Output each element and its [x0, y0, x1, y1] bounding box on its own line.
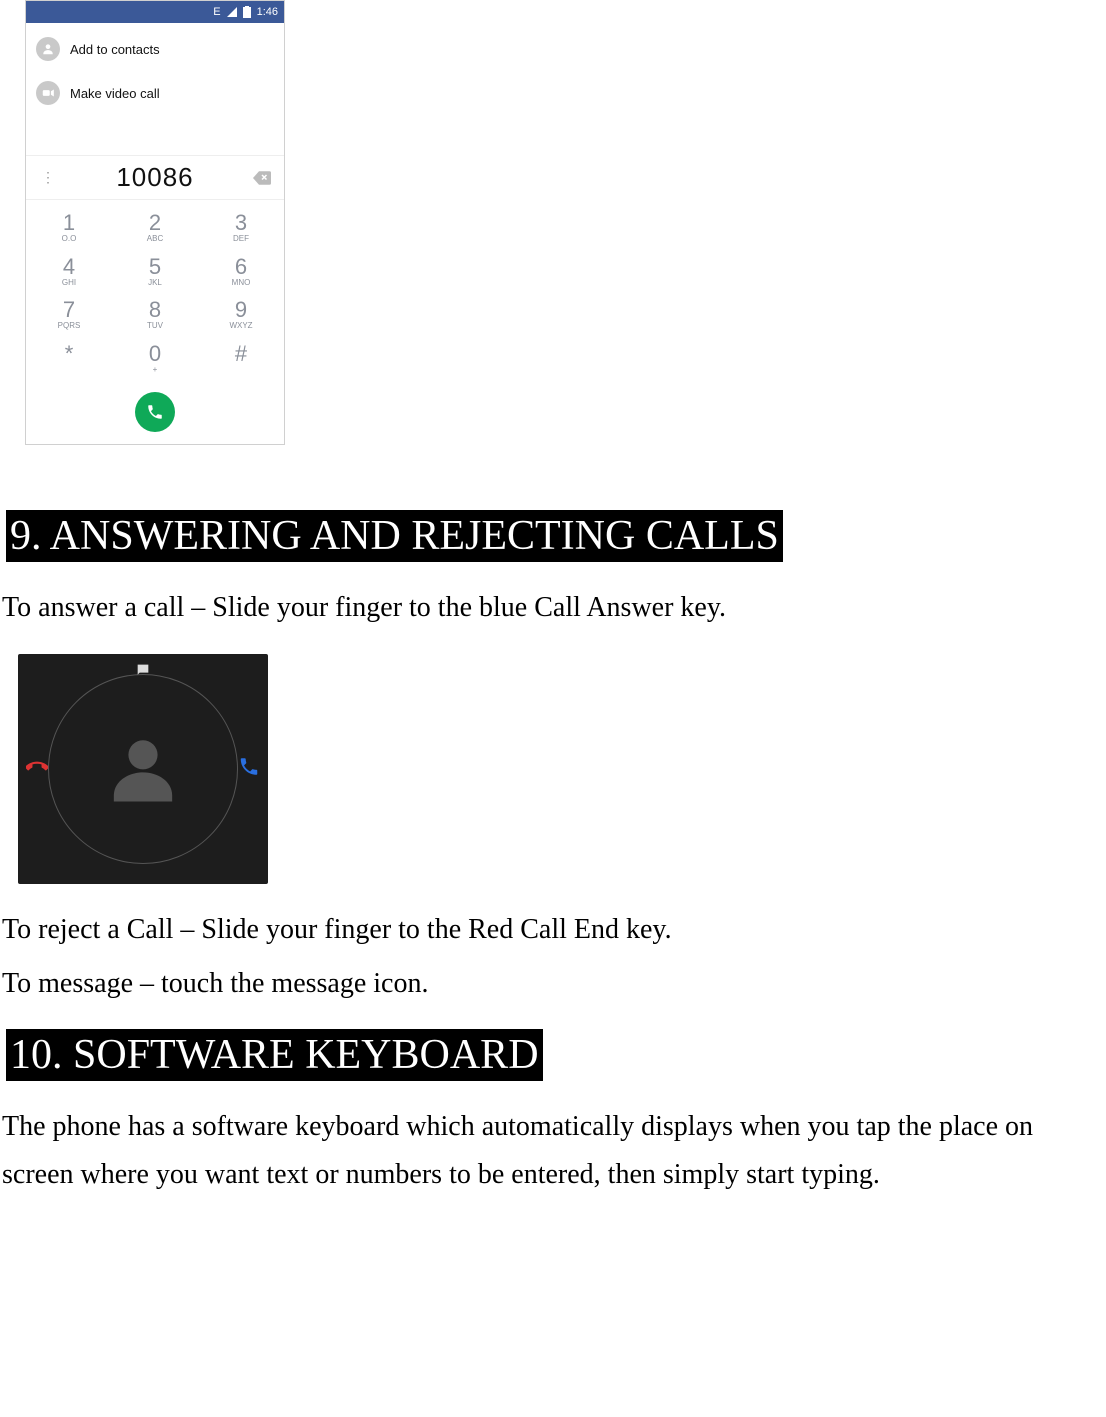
key-digit: 8	[112, 299, 198, 321]
key-digit: 3	[198, 212, 284, 234]
key-digit: 5	[112, 256, 198, 278]
battery-icon	[243, 6, 251, 18]
reject-text: To reject a Call – Slide your finger to …	[2, 906, 1106, 954]
key-digit: 4	[26, 256, 112, 278]
key-digit: #	[198, 343, 284, 365]
dialer-screenshot: E 1:46 Add to contacts Make video call ⋮…	[25, 0, 285, 445]
key-#[interactable]: #	[198, 337, 284, 381]
backspace-icon[interactable]	[252, 168, 272, 188]
number-bar: ⋮ 10086	[26, 155, 284, 200]
entered-number: 10086	[58, 162, 252, 193]
key-sub: JKL	[112, 278, 198, 288]
key-4[interactable]: 4GHI	[26, 250, 112, 294]
key-7[interactable]: 7PQRS	[26, 293, 112, 337]
message-text: To message – touch the message icon.	[2, 960, 1106, 1008]
key-digit: 9	[198, 299, 284, 321]
add-to-contacts-label: Add to contacts	[70, 42, 160, 57]
key-digit: *	[26, 343, 112, 365]
answer-call-icon[interactable]	[238, 755, 260, 782]
key-5[interactable]: 5JKL	[112, 250, 198, 294]
key-3[interactable]: 3DEF	[198, 206, 284, 250]
key-digit: 2	[112, 212, 198, 234]
key-sub: MNO	[198, 278, 284, 288]
incoming-call-screenshot	[18, 654, 268, 884]
add-to-contacts-row[interactable]: Add to contacts	[36, 27, 274, 71]
network-label: E	[213, 6, 220, 18]
key-sub: +	[112, 365, 198, 375]
key-digit: 6	[198, 256, 284, 278]
key-8[interactable]: 8TUV	[112, 293, 198, 337]
key-sub: PQRS	[26, 321, 112, 331]
signal-icon	[227, 7, 237, 17]
key-sub: GHI	[26, 278, 112, 288]
make-video-call-row[interactable]: Make video call	[36, 71, 274, 115]
person-icon	[36, 37, 60, 61]
key-sub: TUV	[112, 321, 198, 331]
video-icon	[36, 81, 60, 105]
section-10-heading: 10. SOFTWARE KEYBOARD	[6, 1029, 543, 1081]
key-sub: O.O	[26, 234, 112, 244]
key-digit: 1	[26, 212, 112, 234]
key-9[interactable]: 9WXYZ	[198, 293, 284, 337]
answer-text: To answer a call – Slide your finger to …	[2, 584, 1106, 632]
call-button-row	[26, 384, 284, 444]
section-9-heading: 9. ANSWERING AND REJECTING CALLS	[6, 510, 783, 562]
make-video-call-label: Make video call	[70, 86, 160, 101]
person-icon	[108, 731, 178, 806]
call-button[interactable]	[135, 392, 175, 432]
keyboard-text: The phone has a software keyboard which …	[2, 1103, 1106, 1198]
key-1[interactable]: 1O.O	[26, 206, 112, 250]
key-0[interactable]: 0+	[112, 337, 198, 381]
reject-call-icon[interactable]	[26, 755, 48, 782]
more-icon[interactable]: ⋮	[38, 168, 58, 188]
keypad: 1O.O2ABC3DEF4GHI5JKL6MNO7PQRS8TUV9WXYZ*0…	[26, 200, 284, 384]
key-2[interactable]: 2ABC	[112, 206, 198, 250]
key-digit: 7	[26, 299, 112, 321]
status-time: 1:46	[257, 6, 278, 18]
key-sub: DEF	[198, 234, 284, 244]
key-6[interactable]: 6MNO	[198, 250, 284, 294]
key-*[interactable]: *	[26, 337, 112, 381]
status-bar: E 1:46	[26, 1, 284, 23]
key-sub: ABC	[112, 234, 198, 244]
key-digit: 0	[112, 343, 198, 365]
action-list: Add to contacts Make video call	[26, 23, 284, 155]
message-icon[interactable]	[135, 662, 151, 683]
key-sub: WXYZ	[198, 321, 284, 331]
